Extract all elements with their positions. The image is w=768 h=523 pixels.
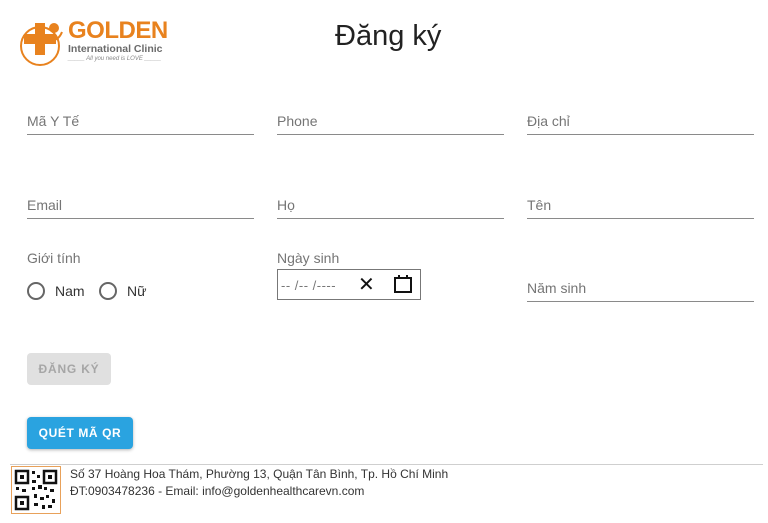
phone-field[interactable]: Phone [277, 113, 504, 135]
ten-label: Tên [527, 197, 552, 213]
ho-field[interactable]: Họ [277, 197, 504, 219]
clinic-logo: GOLDEN International Clinic _____ All yo… [18, 17, 178, 70]
dia-chi-underline [527, 134, 754, 135]
radio-circle-icon[interactable] [99, 282, 117, 300]
ho-label: Họ [277, 197, 295, 213]
ten-field[interactable]: Tên [527, 197, 754, 219]
ho-underline [277, 218, 504, 219]
phone-underline [277, 134, 504, 135]
clear-icon[interactable]: ✕ [358, 272, 375, 297]
logo-name: GOLDEN [68, 17, 168, 44]
gender-label: Giới tính [27, 250, 81, 266]
dob-label: Ngày sinh [277, 250, 340, 266]
qr-code-icon [14, 469, 58, 511]
page-title: Đăng ký [335, 20, 442, 52]
calendar-icon[interactable] [393, 274, 413, 294]
radio-circle-icon[interactable] [27, 282, 45, 300]
ma-y-te-label: Mã Y Tế [27, 113, 80, 129]
footer-address: Số 37 Hoàng Hoa Thám, Phường 13, Quận Tâ… [70, 467, 449, 481]
dia-chi-field[interactable]: Địa chỉ [527, 113, 754, 135]
logo-subtitle: International Clinic [68, 43, 163, 55]
medical-cross-logo-icon [20, 23, 63, 66]
nam-sinh-label: Năm sinh [527, 280, 587, 296]
email-field[interactable]: Email [27, 197, 254, 219]
register-button[interactable]: ĐĂNG KÝ [27, 353, 111, 385]
scan-qr-button[interactable]: QUÉT MÃ QR [27, 417, 133, 449]
logo-tagline: _____ All you need is LOVE _____ [68, 56, 162, 62]
qr-code-image [11, 466, 61, 514]
gender-male-label: Nam [55, 283, 85, 299]
dia-chi-label: Địa chỉ [527, 113, 570, 129]
dob-date-input[interactable]: -- /-- /---- ✕ [277, 269, 421, 300]
email-label: Email [27, 197, 63, 213]
gender-female-radio[interactable]: Nữ [99, 282, 146, 300]
ma-y-te-field[interactable]: Mã Y Tế [27, 113, 254, 135]
nam-sinh-underline [527, 301, 754, 302]
footer-divider [10, 464, 763, 465]
ten-underline [527, 218, 754, 219]
phone-label: Phone [277, 113, 318, 129]
gender-female-label: Nữ [127, 283, 147, 299]
gender-male-radio[interactable]: Nam [27, 282, 85, 300]
email-underline [27, 218, 254, 219]
footer-contact: ĐT:0903478236 - Email: info@goldenhealth… [70, 484, 365, 498]
ma-y-te-underline [27, 134, 254, 135]
dob-placeholder: -- /-- /---- [281, 278, 337, 293]
nam-sinh-field[interactable]: Năm sinh [527, 280, 754, 302]
